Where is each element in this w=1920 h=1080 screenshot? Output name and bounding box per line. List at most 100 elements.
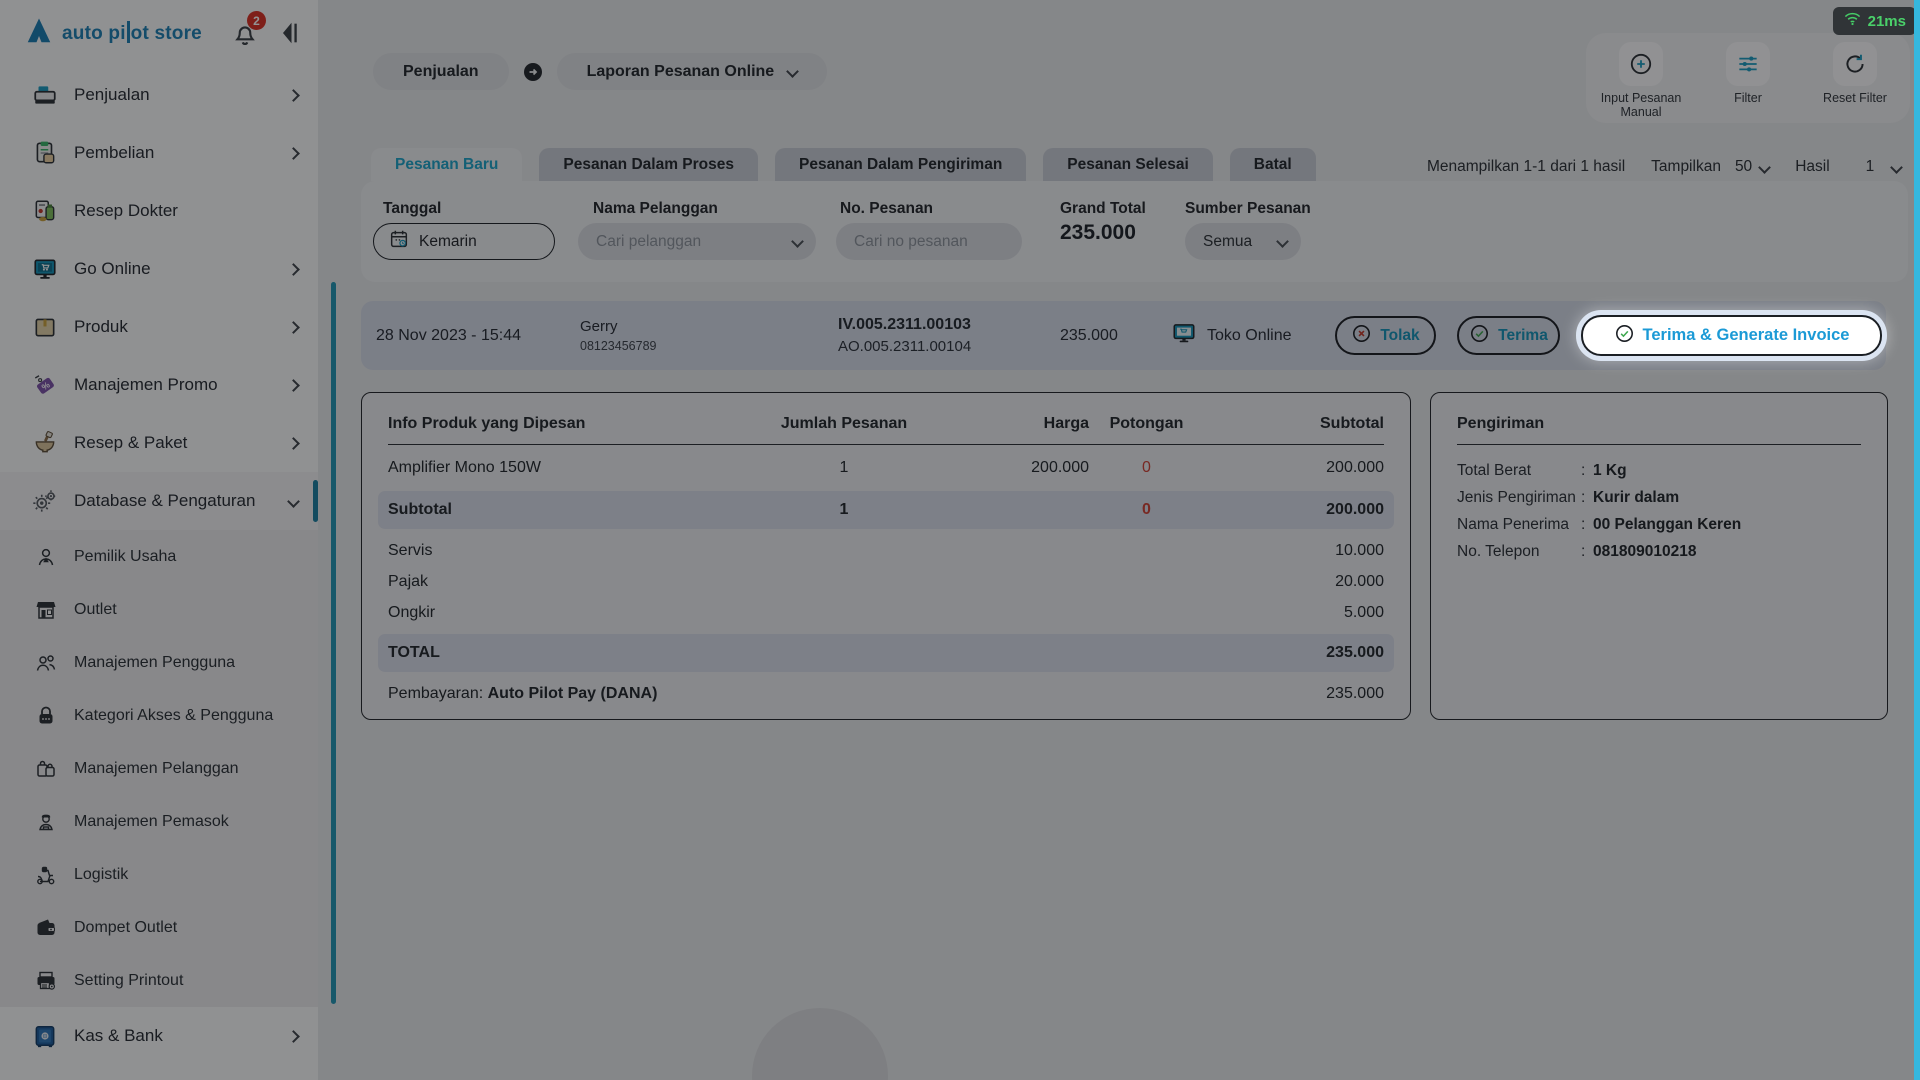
subtotal-discount: 0 bbox=[1089, 501, 1204, 519]
per-page-select[interactable]: 50 bbox=[1735, 158, 1752, 176]
calendar-icon bbox=[388, 228, 410, 255]
supplier-icon bbox=[34, 810, 58, 834]
logo-triangle-icon bbox=[24, 16, 54, 51]
chevron-down-icon bbox=[791, 235, 804, 248]
wallet-icon bbox=[34, 916, 58, 940]
source-filter-label: Sumber Pesanan bbox=[1185, 200, 1311, 218]
sidebar-subitem-label: Manajemen Pelanggan bbox=[74, 760, 239, 778]
terima-button[interactable]: Terima bbox=[1457, 316, 1560, 355]
sidebar-nav: Penjualan Pembelian Resep Dokter Go Onli… bbox=[0, 52, 318, 1080]
sidebar-subitem-label: Kategori Akses & Pengguna bbox=[74, 707, 273, 725]
sidebar-item-resep-dokter[interactable]: Resep Dokter bbox=[0, 182, 318, 240]
filter-button[interactable]: Filter bbox=[1696, 42, 1800, 123]
tool-label: Input Pesanan Manual bbox=[1595, 91, 1687, 120]
sidebar-item-produk[interactable]: Produk bbox=[0, 298, 318, 356]
results-bar: Menampilkan 1-1 dari 1 hasil Tampilkan 5… bbox=[1427, 158, 1901, 176]
page-select[interactable]: 1 bbox=[1866, 158, 1875, 176]
sidebar-subitem-manajemen-pelanggan[interactable]: Manajemen Pelanggan bbox=[0, 742, 318, 795]
customer-phone: 08123456789 bbox=[580, 339, 656, 353]
sidebar-subitem-setting-printout[interactable]: Setting Printout bbox=[0, 954, 318, 1007]
sidebar-item-partial-bottom[interactable] bbox=[0, 1065, 318, 1080]
table-row-payment: Pembayaran: Auto Pilot Pay (DANA) 235.00… bbox=[388, 672, 1384, 716]
storefront-icon bbox=[34, 598, 58, 622]
customer-filter-select[interactable]: Cari pelanggan bbox=[578, 223, 816, 260]
logo-bar bbox=[127, 21, 130, 43]
sidebar-subitem-label: Pemilik Usaha bbox=[74, 548, 176, 566]
table-row-product: Amplifier Mono 150W 1 200.000 0 200.000 bbox=[388, 445, 1384, 491]
source-filter-select[interactable]: Semua bbox=[1185, 223, 1301, 260]
sliders-icon bbox=[1726, 42, 1770, 86]
terima-label: Terima bbox=[1498, 327, 1548, 345]
sidebar-subitem-pemilik-usaha[interactable]: Pemilik Usaha bbox=[0, 530, 318, 583]
header-subtotal: Subtotal bbox=[1204, 415, 1384, 433]
sidebar-subitem-label: Outlet bbox=[74, 601, 117, 619]
chevron-down-icon[interactable] bbox=[1758, 161, 1771, 174]
chevron-down-icon[interactable] bbox=[1890, 161, 1903, 174]
table-row-ongkir: Ongkir 5.000 bbox=[388, 597, 1384, 628]
sidebar-scrollbar-thumb[interactable] bbox=[331, 282, 336, 1004]
sidebar-subitem-logistik[interactable]: Logistik bbox=[0, 848, 318, 901]
order-datetime: 28 Nov 2023 - 15:44 bbox=[376, 301, 521, 370]
sidebar-subitem-outlet[interactable]: Outlet bbox=[0, 583, 318, 636]
notifications-button[interactable]: 2 bbox=[230, 18, 260, 48]
breadcrumb-parent[interactable]: Penjualan bbox=[373, 53, 509, 90]
terima-generate-invoice-button[interactable]: Terima & Generate Invoice bbox=[1581, 315, 1882, 356]
toolbar: Input Pesanan Manual Filter Reset Filter bbox=[1586, 33, 1910, 123]
fee-value: 5.000 bbox=[1204, 604, 1384, 622]
tolak-label: Tolak bbox=[1380, 327, 1419, 345]
shipping-label: Jenis Pengiriman bbox=[1457, 489, 1581, 507]
sidebar-item-pembelian[interactable]: Pembelian bbox=[0, 124, 318, 182]
monitor-cart-icon bbox=[32, 256, 58, 282]
sidebar-item-database-pengaturan[interactable]: Database & Pengaturan bbox=[0, 472, 318, 530]
product-name: Amplifier Mono 150W bbox=[388, 459, 769, 477]
order-row[interactable]: 28 Nov 2023 - 15:44 Gerry 08123456789 IV… bbox=[361, 301, 1886, 370]
person-icon bbox=[34, 545, 58, 569]
sidebar-item-penjualan[interactable]: Penjualan bbox=[0, 66, 318, 124]
sidebar-item-label: Database & Pengaturan bbox=[74, 491, 255, 511]
shipping-row-jenis: Jenis Pengiriman : Kurir dalam bbox=[1457, 484, 1861, 511]
page-scrollbar[interactable] bbox=[1914, 0, 1920, 1080]
header-price: Harga bbox=[919, 415, 1089, 433]
sidebar-subitem-label: Setting Printout bbox=[74, 972, 183, 990]
sidebar-item-label: Go Online bbox=[74, 259, 151, 279]
tab-pesanan-selesai[interactable]: Pesanan Selesai bbox=[1043, 148, 1213, 181]
sidebar-item-manajemen-promo[interactable]: % Manajemen Promo bbox=[0, 356, 318, 414]
tab-batal[interactable]: Batal bbox=[1230, 148, 1316, 181]
order-source: Toko Online bbox=[1171, 301, 1292, 370]
sidebar-item-resep-paket[interactable]: Resep & Paket bbox=[0, 414, 318, 472]
tool-label: Filter bbox=[1734, 91, 1762, 105]
order-no-filter-input[interactable]: Cari no pesanan bbox=[836, 223, 1022, 260]
shipping-row-telepon: No. Telepon : 081809010218 bbox=[1457, 538, 1861, 565]
sidebar-item-label: Kas & Bank bbox=[74, 1026, 163, 1046]
tab-pesanan-dalam-proses[interactable]: Pesanan Dalam Proses bbox=[539, 148, 758, 181]
sidebar-subitem-kategori-akses[interactable]: Kategori Akses & Pengguna bbox=[0, 689, 318, 742]
shipping-title: Pengiriman bbox=[1457, 403, 1861, 445]
date-filter-input[interactable]: Kemarin bbox=[373, 223, 555, 260]
breadcrumb-current-dropdown[interactable]: Laporan Pesanan Online bbox=[557, 53, 828, 90]
sidebar-item-label: Penjualan bbox=[74, 85, 150, 105]
total-label: TOTAL bbox=[388, 644, 769, 662]
reset-filter-button[interactable]: Reset Filter bbox=[1803, 42, 1907, 123]
subtotal-qty: 1 bbox=[769, 501, 919, 519]
sidebar-subitem-dompet-outlet[interactable]: Dompet Outlet bbox=[0, 901, 318, 954]
sidebar-item-kas-bank[interactable]: Kas & Bank bbox=[0, 1007, 318, 1065]
check-circle-icon bbox=[1614, 323, 1635, 349]
sidebar-subitem-manajemen-pemasok[interactable]: Manajemen Pemasok bbox=[0, 795, 318, 848]
tab-pesanan-baru[interactable]: Pesanan Baru bbox=[371, 148, 522, 181]
shipping-row-penerima: Nama Penerima : 00 Pelanggan Keren bbox=[1457, 511, 1861, 538]
printer-icon bbox=[34, 969, 58, 993]
sidebar-item-go-online[interactable]: Go Online bbox=[0, 240, 318, 298]
sidebar-subitem-manajemen-pengguna[interactable]: Manajemen Pengguna bbox=[0, 636, 318, 689]
app-logo[interactable]: auto piot store bbox=[24, 16, 202, 51]
logo-text: auto piot store bbox=[62, 21, 202, 45]
sidebar-collapse-button[interactable] bbox=[274, 19, 302, 47]
tolak-button[interactable]: Tolak bbox=[1335, 316, 1436, 355]
table-row-total: TOTAL 235.000 bbox=[378, 634, 1394, 672]
tab-pesanan-dalam-pengiriman[interactable]: Pesanan Dalam Pengiriman bbox=[775, 148, 1026, 181]
order-total: 235.000 bbox=[1060, 301, 1118, 370]
input-pesanan-manual-button[interactable]: Input Pesanan Manual bbox=[1589, 42, 1693, 123]
total-value: 235.000 bbox=[1204, 644, 1384, 662]
safe-icon bbox=[32, 1023, 58, 1049]
payment-cell: Pembayaran: Auto Pilot Pay (DANA) bbox=[388, 685, 769, 703]
sidebar-subitem-label: Manajemen Pengguna bbox=[74, 654, 235, 672]
